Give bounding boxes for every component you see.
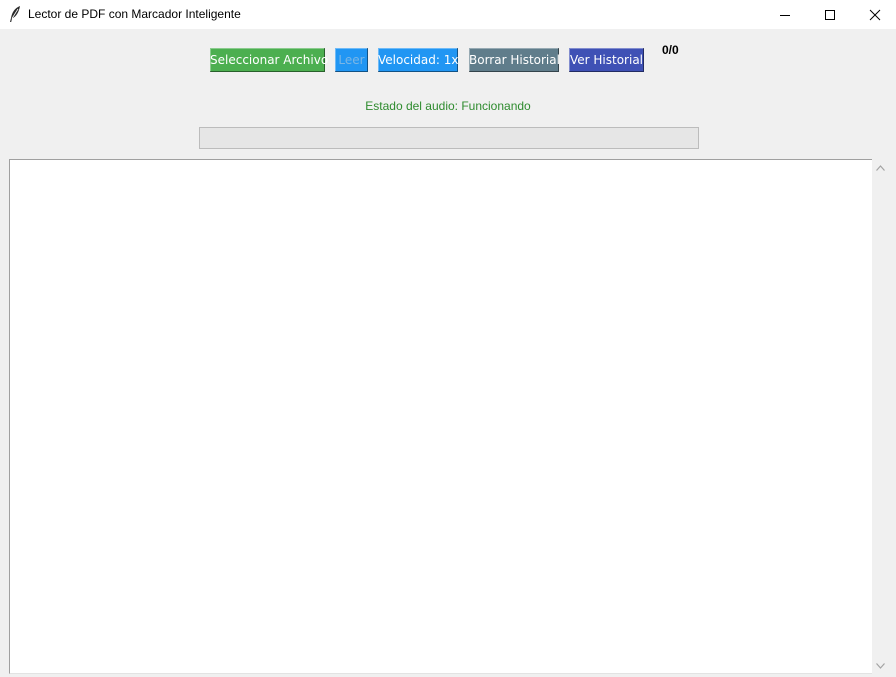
- chevron-up-icon: [876, 164, 885, 171]
- audio-status-label: Estado del audio: Funcionando: [365, 99, 531, 113]
- read-button[interactable]: Leer: [335, 48, 368, 72]
- vertical-scrollbar[interactable]: [872, 159, 889, 674]
- page-counter: 0/0: [662, 43, 679, 57]
- close-button[interactable]: [852, 0, 896, 29]
- progress-bar: [199, 127, 699, 149]
- minimize-button[interactable]: [762, 0, 808, 29]
- app-window: Lector de PDF con Marcador Inteligente S…: [0, 0, 896, 677]
- maximize-button[interactable]: [807, 0, 853, 29]
- window-title: Lector de PDF con Marcador Inteligente: [28, 7, 241, 21]
- select-file-button[interactable]: Seleccionar Archivo: [210, 48, 328, 72]
- chevron-down-icon: [876, 662, 885, 669]
- clear-history-button[interactable]: Borrar Historial: [469, 48, 560, 72]
- close-icon: [869, 9, 881, 20]
- speed-button[interactable]: Velocidad: 1x: [378, 48, 458, 72]
- view-history-button[interactable]: Ver Historial: [569, 48, 644, 72]
- main-content: Seleccionar Archivo Leer Velocidad: 1x B…: [0, 29, 896, 677]
- minimize-icon: [780, 14, 790, 16]
- scroll-down-button[interactable]: [872, 657, 889, 674]
- feather-icon: [8, 5, 22, 23]
- maximize-icon: [825, 9, 835, 20]
- text-display-area[interactable]: [9, 159, 872, 674]
- scroll-up-button[interactable]: [872, 159, 889, 176]
- title-bar: Lector de PDF con Marcador Inteligente: [0, 0, 896, 29]
